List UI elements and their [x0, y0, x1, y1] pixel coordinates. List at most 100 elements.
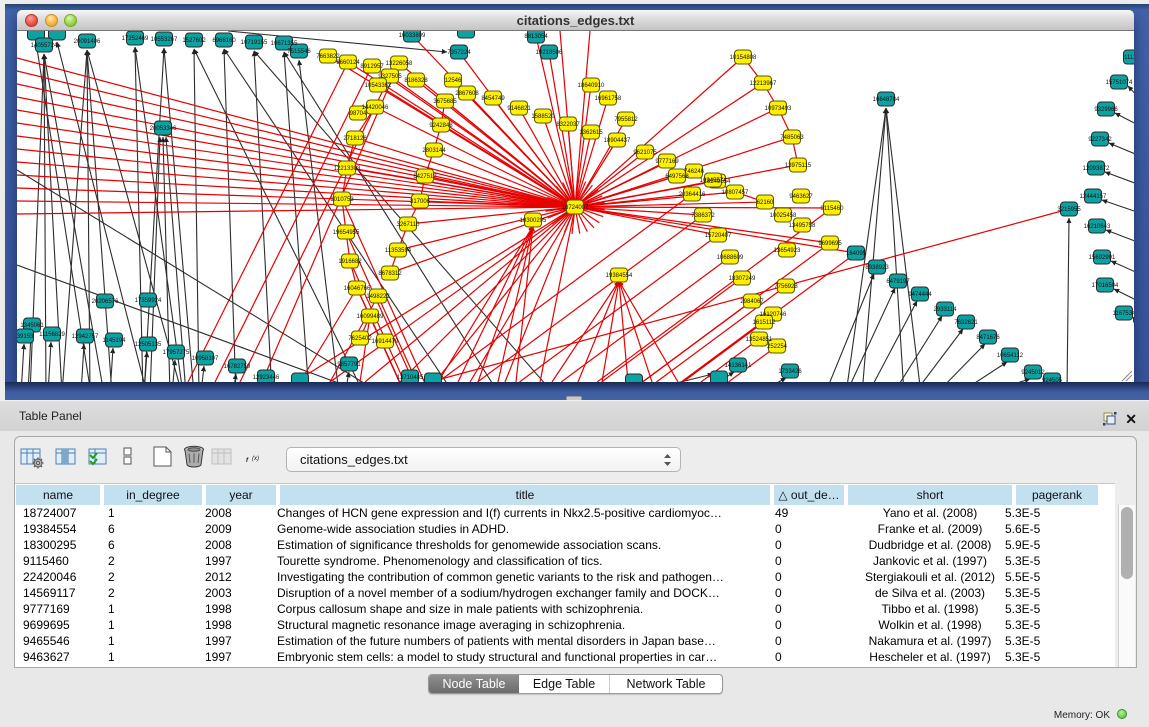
svg-text:7632621: 7632621 [954, 320, 978, 326]
svg-text:9474444: 9474444 [908, 292, 932, 298]
svg-text:10154808: 10154808 [730, 55, 757, 61]
svg-text:13524851: 13524851 [746, 337, 773, 343]
svg-text:17016504: 17016504 [1092, 283, 1119, 289]
svg-text:(x): (x) [252, 456, 259, 462]
svg-text:10543362: 10543362 [365, 83, 392, 89]
svg-text:9329966: 9329966 [1094, 107, 1118, 113]
svg-text:19218506: 19218506 [536, 50, 563, 56]
svg-text:164095: 164095 [846, 251, 867, 257]
svg-text:15751074: 15751074 [1106, 80, 1133, 86]
svg-text:1733426: 1733426 [778, 369, 802, 375]
svg-text:20091406: 20091406 [74, 39, 101, 45]
svg-text:3267110: 3267110 [397, 222, 421, 228]
svg-text:7625402: 7625402 [348, 336, 372, 342]
svg-text:14055724: 14055724 [31, 43, 58, 49]
svg-text:8454749: 8454749 [481, 96, 505, 102]
svg-text:1010753: 1010753 [330, 197, 354, 203]
svg-text:9227342: 9227342 [1088, 137, 1112, 143]
svg-text:7386372: 7386372 [691, 213, 715, 219]
svg-text:9245012: 9245012 [1021, 370, 1045, 376]
svg-text:18307249: 18307249 [729, 276, 756, 282]
svg-text:11353594: 11353594 [385, 248, 412, 254]
svg-text:16648784: 16648784 [873, 97, 900, 103]
svg-text:13226058: 13226058 [386, 61, 413, 67]
svg-text:13654923: 13654923 [774, 248, 801, 254]
svg-text:317006: 317006 [410, 199, 431, 205]
svg-text:9857791: 9857791 [337, 362, 361, 368]
svg-text:20053346: 20053346 [150, 126, 177, 132]
svg-text:12093872: 12093872 [1083, 166, 1110, 172]
svg-text:1527602: 1527602 [182, 38, 206, 44]
svg-text:7357224: 7357224 [447, 50, 471, 56]
svg-text:9621075: 9621075 [633, 150, 657, 156]
svg-text:18640910: 18640910 [578, 83, 605, 89]
svg-text:11156829: 11156829 [39, 332, 65, 338]
svg-text:10671355: 10671355 [271, 41, 298, 47]
svg-text:8678312: 8678312 [378, 271, 402, 277]
svg-text:1345061: 1345061 [20, 323, 44, 329]
svg-text:1362615: 1362615 [579, 130, 603, 136]
svg-text:1588520: 1588520 [531, 114, 555, 120]
svg-text:98704: 98704 [350, 111, 367, 117]
svg-text:3215955: 3215955 [1057, 207, 1081, 213]
svg-text:8322037: 8322037 [556, 122, 580, 128]
svg-text:10958107: 10958107 [192, 356, 219, 362]
svg-text:12942757: 12942757 [72, 334, 99, 340]
svg-text:15720407: 15720407 [705, 233, 732, 239]
svg-text:2718126: 2718126 [343, 136, 367, 142]
svg-text:12444157: 12444157 [1080, 194, 1107, 200]
svg-text:10719155: 10719155 [241, 40, 268, 46]
svg-text:10245574: 10245574 [700, 178, 727, 184]
svg-text:9115460: 9115460 [821, 206, 845, 212]
svg-text:6479197: 6479197 [886, 279, 910, 285]
svg-text:12505135: 12505135 [135, 342, 162, 348]
svg-text:6497568: 6497568 [665, 174, 689, 180]
svg-text:1916682: 1916682 [338, 259, 362, 265]
svg-text:12546: 12546 [445, 78, 462, 84]
svg-text:39153: 39153 [17, 334, 34, 340]
svg-text:7756928: 7756928 [774, 284, 798, 290]
svg-text:19654955: 19654955 [333, 230, 360, 236]
svg-text:10807457: 10807457 [722, 190, 749, 196]
svg-text:8660124: 8660124 [336, 60, 360, 66]
svg-text:8813054: 8813054 [524, 34, 548, 40]
svg-text:16099489: 16099489 [357, 314, 384, 320]
svg-text:16210643: 16210643 [1084, 224, 1111, 230]
svg-text:1167534: 1167534 [1113, 311, 1134, 317]
svg-text:13975115: 13975115 [785, 163, 812, 169]
svg-text:18904437: 18904437 [604, 138, 631, 144]
svg-text:18300295: 18300295 [520, 218, 547, 224]
svg-text:20206576: 20206576 [92, 299, 119, 305]
svg-text:9699695: 9699695 [818, 241, 842, 247]
svg-text:16914479: 16914479 [372, 339, 399, 345]
svg-text:10025458: 10025458 [770, 213, 797, 219]
svg-text:19384554: 19384554 [606, 273, 633, 279]
svg-text:1615112: 1615112 [753, 320, 777, 326]
svg-text:16046766: 16046766 [344, 286, 371, 292]
svg-text:16782759: 16782759 [224, 364, 251, 370]
svg-text:20364416: 20364416 [679, 192, 706, 198]
svg-text:9242848: 9242848 [429, 123, 453, 129]
svg-text:12923446: 12923446 [253, 375, 280, 381]
svg-text:8938923: 8938923 [865, 265, 889, 271]
svg-text:9146821: 9146821 [507, 106, 531, 112]
svg-text:62160: 62160 [757, 200, 774, 206]
svg-text:17359924: 17359924 [135, 298, 162, 304]
svg-text:9327505: 9327505 [378, 74, 402, 80]
svg-text:13710485: 13710485 [397, 375, 424, 381]
svg-text:8471676: 8471676 [976, 335, 1000, 341]
svg-text:6427512: 6427512 [413, 174, 437, 180]
svg-text:16961758: 16961758 [595, 96, 622, 102]
svg-text:12213303: 12213303 [334, 166, 361, 172]
svg-text:16120746: 16120746 [760, 312, 787, 318]
svg-text:7955812: 7955812 [614, 117, 638, 123]
svg-text:2933114: 2933114 [934, 307, 958, 313]
svg-text:8912957: 8912957 [360, 64, 384, 70]
svg-text:3675685: 3675685 [433, 99, 457, 105]
svg-text:13495758: 13495758 [789, 223, 816, 229]
svg-text:9463627: 9463627 [789, 194, 813, 200]
svg-text:7515546: 7515546 [287, 49, 311, 55]
svg-text:2984067: 2984067 [740, 299, 764, 305]
svg-text:2803144: 2803144 [422, 148, 446, 154]
svg-text:1145194: 1145194 [103, 338, 127, 344]
